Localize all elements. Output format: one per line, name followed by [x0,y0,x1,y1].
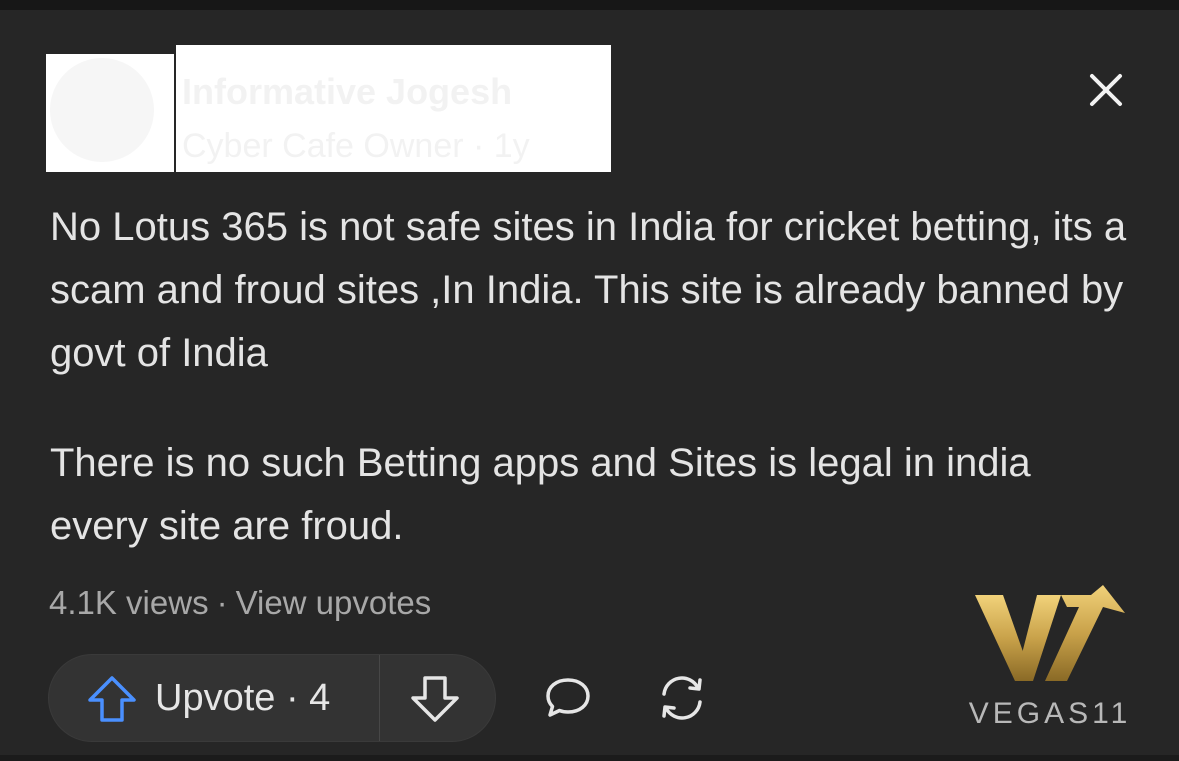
downvote-button[interactable] [380,655,496,741]
answer-paragraph: There is no such Betting apps and Sites … [50,441,1031,548]
arrow-down-icon [411,676,459,722]
upvote-button[interactable]: Upvote · 4 [49,655,379,741]
vegas11-logo-text: VEGAS11 [968,697,1132,730]
vegas11-watermark: VEGAS11 [955,585,1145,735]
comment-button[interactable] [538,668,598,728]
avatar-image [50,58,154,162]
bottom-bar [0,755,1179,761]
upvote-label: Upvote · 4 [155,677,331,719]
author-name[interactable]: Informative Jogesh [182,71,512,113]
refresh-share-icon [662,676,702,720]
vote-control: Upvote · 4 [48,654,496,742]
top-bar [0,0,1179,10]
vegas11-logo-icon [975,585,1125,681]
close-icon [1090,74,1122,106]
arrow-up-icon [88,676,136,722]
avatar[interactable] [46,54,174,172]
close-button[interactable] [1084,68,1128,112]
stats-separator: · [216,584,228,621]
answer-stats: 4.1K views · View upvotes [49,584,431,622]
share-button[interactable] [650,668,714,728]
view-count: 4.1K views [49,584,209,621]
answer-paragraph: No Lotus 365 is not safe sites in India … [50,205,1127,375]
view-upvotes-link[interactable]: View upvotes [236,584,432,621]
comment-bubble-icon [546,678,590,717]
author-credential: Cyber Cafe Owner · 1y [182,127,530,165]
author-info[interactable]: Informative Jogesh Cyber Cafe Owner · 1y [176,45,611,172]
